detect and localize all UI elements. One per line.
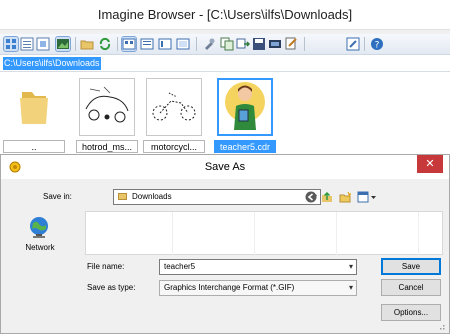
up-folder-icon[interactable]	[321, 191, 333, 203]
view-mode-4-icon[interactable]	[176, 37, 190, 51]
folder-icon	[118, 193, 127, 200]
file-name-label: File name:	[87, 262, 125, 271]
motorcycle-thumbnail	[146, 78, 202, 136]
address-bar[interactable]: C:\Users\ilfs\Downloads	[0, 55, 450, 72]
edit-icon[interactable]	[346, 37, 360, 51]
window-title: Imagine Browser - [C:\Users\ilfs\Downloa…	[97, 7, 353, 22]
places-bar: Network	[7, 209, 73, 319]
refresh-icon[interactable]	[98, 37, 112, 51]
toolbar: ?	[0, 34, 450, 55]
teacher-thumbnail	[217, 78, 273, 136]
move-icon[interactable]	[236, 37, 250, 51]
chevron-down-icon[interactable]: ▾	[349, 260, 353, 274]
save-button[interactable]: Save	[381, 258, 441, 275]
save-in-value: Downloads	[132, 192, 172, 201]
save-as-type-label: Save as type:	[87, 283, 136, 292]
dialog-body: Save in: Downloads ▾	[1, 179, 449, 333]
hotrod-thumbnail	[79, 78, 135, 136]
help-icon[interactable]: ?	[370, 37, 384, 51]
file-list[interactable]	[85, 211, 443, 256]
save-icon[interactable]	[252, 37, 266, 51]
file-name-value: teacher5	[164, 262, 196, 271]
thumbnail-browser: .. hotrod_ms... motorcycl... teacher5.cd…	[0, 72, 450, 154]
thumbnail-item-selected[interactable]: teacher5.cdr	[214, 78, 276, 153]
thumbnail-view-icon[interactable]	[3, 36, 19, 52]
tools-icon[interactable]	[202, 37, 216, 51]
view-mode-3-icon[interactable]	[158, 37, 172, 51]
thumbnail-item[interactable]: motorcycl...	[143, 78, 205, 153]
network-icon	[27, 215, 51, 239]
places-network[interactable]: Network	[7, 209, 73, 259]
thumbnail-caption: teacher5.cdr	[214, 140, 276, 153]
save-in-label: Save in:	[43, 192, 72, 201]
cancel-button[interactable]: Cancel	[381, 279, 441, 296]
network-label: Network	[25, 243, 55, 252]
save-as-type-value: Graphics Interchange Format (*.GIF)	[164, 283, 295, 292]
view-mode-2-icon[interactable]	[140, 37, 154, 51]
back-icon[interactable]	[305, 191, 317, 203]
thumbnail-caption: ..	[3, 140, 65, 153]
file-name-field[interactable]: teacher5 ▾	[159, 259, 357, 275]
thumbnail-caption: motorcycl...	[143, 140, 205, 153]
thumbnail-caption: hotrod_ms...	[76, 140, 138, 153]
open-folder-icon[interactable]	[80, 37, 94, 51]
thumbnail-item[interactable]: ..	[3, 78, 65, 153]
address-path[interactable]: C:\Users\ilfs\Downloads	[3, 57, 101, 70]
save-in-dropdown[interactable]: Downloads ▾	[113, 189, 321, 205]
view-menu-icon[interactable]	[357, 191, 377, 203]
save-as-type-dropdown[interactable]: Graphics Interchange Format (*.GIF) ▾	[159, 280, 357, 296]
options-button[interactable]: Options...	[381, 304, 441, 321]
dialog-title: Save As	[204, 161, 246, 173]
batch-icon[interactable]	[284, 37, 298, 51]
svg-text:?: ?	[375, 41, 380, 51]
close-button[interactable]: ✕	[417, 155, 443, 173]
image-view-icon[interactable]	[55, 36, 71, 52]
dialog-title-bar: Save As ✕	[1, 155, 449, 179]
details-view-icon[interactable]	[36, 37, 50, 51]
save-as-dialog: Save As ✕ Save in: Downloads ▾	[0, 154, 450, 334]
parent-folder-icon	[6, 78, 62, 136]
copy-icon[interactable]	[220, 37, 234, 51]
resize-grip-icon[interactable]	[437, 322, 445, 330]
list-view-icon[interactable]	[20, 37, 34, 51]
chevron-down-icon: ▾	[348, 283, 353, 292]
slideshow-icon[interactable]	[268, 37, 282, 51]
title-bar: Imagine Browser - [C:\Users\ilfs\Downloa…	[0, 0, 450, 29]
new-folder-icon[interactable]	[339, 191, 352, 203]
thumbnail-item[interactable]: hotrod_ms...	[76, 78, 138, 153]
view-mode-1-icon[interactable]	[121, 36, 137, 52]
